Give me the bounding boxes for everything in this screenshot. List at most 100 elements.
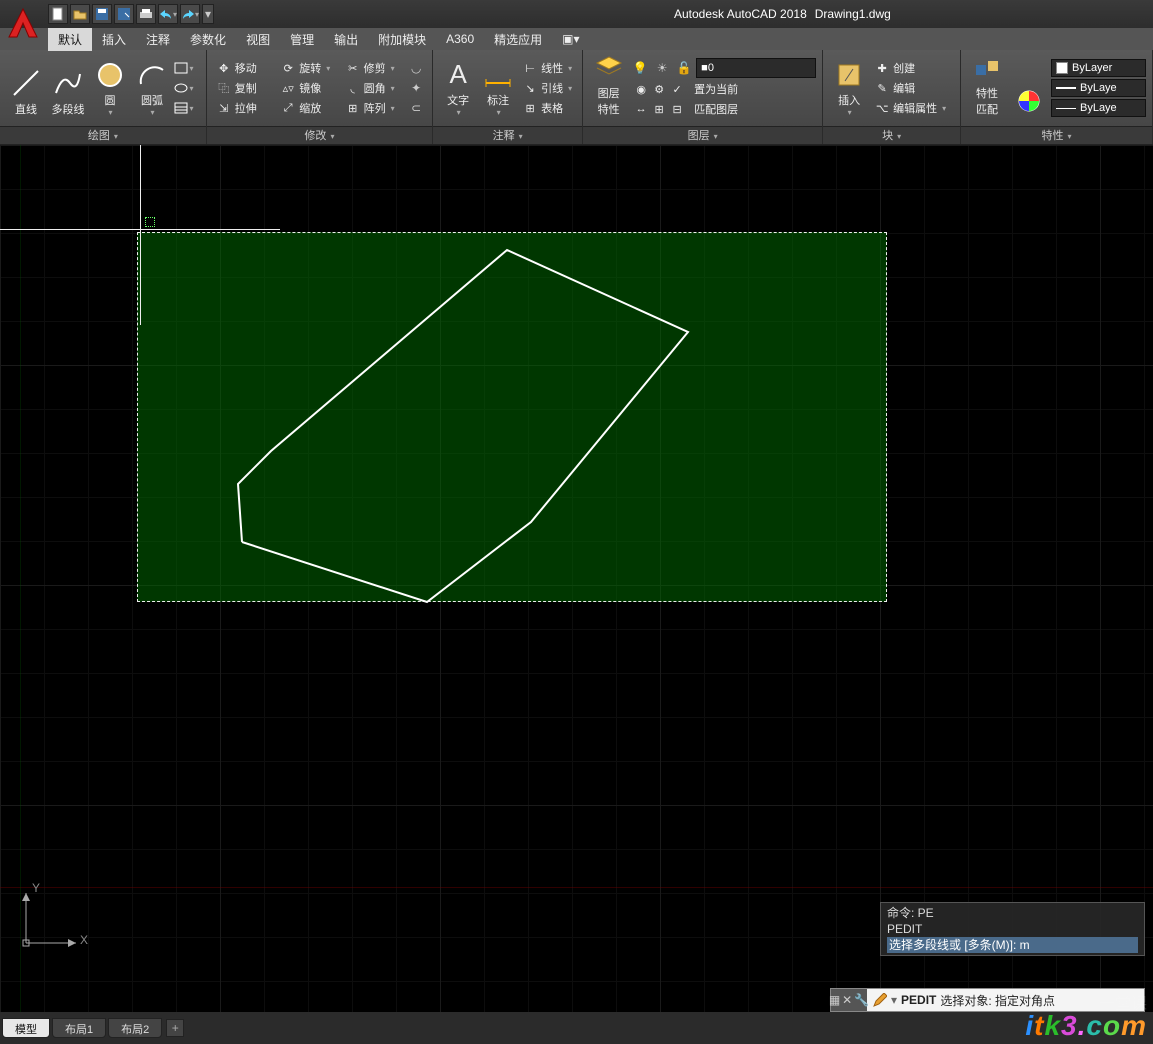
panel-layers-title[interactable]: 图层: [583, 126, 822, 144]
array-icon: ⊞: [346, 101, 360, 115]
circle-icon: [94, 59, 126, 90]
tab-addins[interactable]: 附加模块: [368, 28, 436, 51]
cmd-history-line: 命令: PE: [887, 905, 1138, 921]
qat-customize-icon[interactable]: ▾: [202, 4, 214, 24]
tab-output[interactable]: 输出: [324, 28, 368, 51]
tab-overflow-icon[interactable]: ▣▾: [552, 29, 589, 49]
tab-parametric[interactable]: 参数化: [180, 28, 236, 51]
hatch-icon[interactable]: [174, 99, 194, 117]
leader-button[interactable]: ↘引线: [519, 79, 576, 97]
edit-icon: ✎: [875, 81, 889, 95]
qat-undo-button[interactable]: [158, 4, 178, 24]
add-layout-button[interactable]: +: [166, 1019, 184, 1037]
lock-icon[interactable]: 🔓: [674, 59, 694, 77]
mirror-button[interactable]: ▵▿镜像: [277, 79, 339, 97]
line-button[interactable]: 直线: [6, 59, 46, 117]
qat-saveas-icon[interactable]: [114, 4, 134, 24]
array-button[interactable]: ⊞阵列: [342, 99, 404, 117]
linetype-combo[interactable]: ByLaye: [1051, 99, 1146, 117]
layer-combo[interactable]: ■ 0: [696, 58, 816, 78]
qat-save-icon[interactable]: [92, 4, 112, 24]
table-button[interactable]: ⊞表格: [519, 99, 576, 117]
panel-props-title[interactable]: 特性: [961, 126, 1152, 144]
cmdline-handle-icon[interactable]: ▦✕🔧: [831, 989, 867, 1011]
drawing-area[interactable]: X Y 命令: PE PEDIT 选择多段线或 [多条(M)]: m: [0, 145, 1153, 1012]
rotate-button[interactable]: ⟳旋转: [277, 59, 339, 77]
explode-icon[interactable]: ✦: [406, 79, 426, 97]
ellipse-icon[interactable]: [174, 79, 194, 97]
polyline-button[interactable]: 多段线: [48, 59, 88, 117]
arc-button[interactable]: 圆弧: [132, 59, 172, 117]
tab-manage[interactable]: 管理: [280, 28, 324, 51]
mirror-icon: ▵▿: [281, 81, 295, 95]
offset-icon[interactable]: ⊂: [406, 99, 426, 117]
stretch-icon: ⇲: [217, 101, 231, 115]
status-bar: 模型 布局1 布局2 +: [0, 1012, 1153, 1044]
pickbox-icon: [145, 217, 155, 227]
circle-button[interactable]: 圆: [90, 59, 130, 117]
cmd-history-line: PEDIT: [887, 921, 1138, 937]
panel-block-title[interactable]: 块: [823, 126, 960, 144]
window-title: Autodesk AutoCAD 2018Drawing1.dwg: [670, 7, 895, 21]
move-icon: ✥: [217, 61, 231, 75]
rect-icon[interactable]: [174, 59, 194, 77]
text-button[interactable]: A文字: [439, 59, 477, 117]
selection-window: [137, 232, 887, 602]
layout-tab-model[interactable]: 模型: [2, 1018, 50, 1038]
panel-draw: 直线 多段线 圆 圆弧 绘图: [0, 50, 207, 144]
match-props-button[interactable]: 特性 匹配: [967, 59, 1007, 117]
match-layer-icon: ↔: [634, 102, 648, 116]
copy-button[interactable]: ⿻复制: [213, 79, 275, 97]
qat-new-icon[interactable]: [48, 4, 68, 24]
command-history: 命令: PE PEDIT 选择多段线或 [多条(M)]: m: [880, 902, 1145, 956]
block-attr-button[interactable]: ⌥编辑属性: [871, 99, 950, 117]
insert-icon: [833, 59, 865, 90]
tab-insert[interactable]: 插入: [92, 28, 136, 51]
dim-button[interactable]: 标注: [479, 59, 517, 117]
dim-icon: [482, 59, 514, 90]
panel-block: 插入 ✚创建 ✎编辑 ⌥编辑属性 块: [823, 50, 961, 144]
leader-icon: ↘: [523, 81, 537, 95]
layout-tab-2[interactable]: 布局2: [108, 1018, 162, 1038]
linear-dim-button[interactable]: ⊢线性: [519, 59, 576, 77]
block-create-button[interactable]: ✚创建: [871, 59, 950, 77]
qat-plot-icon[interactable]: [136, 4, 156, 24]
qat-open-icon[interactable]: [70, 4, 90, 24]
block-edit-button[interactable]: ✎编辑: [871, 79, 950, 97]
color-combo[interactable]: ByLayer: [1051, 59, 1146, 77]
panel-draw-title[interactable]: 绘图: [0, 126, 206, 144]
sun-icon[interactable]: ☀: [652, 59, 672, 77]
tab-annotate[interactable]: 注释: [136, 28, 180, 51]
panel-annotate-title[interactable]: 注释: [433, 126, 582, 144]
panel-modify-title[interactable]: 修改: [207, 126, 432, 144]
panel-properties: 特性 匹配 ByLayer ByLaye ByLaye 特性: [961, 50, 1153, 144]
lineweight-icon: [1056, 87, 1076, 89]
tab-featured[interactable]: 精选应用: [484, 28, 552, 51]
bulb-icon[interactable]: 💡: [630, 59, 650, 77]
fillet-button[interactable]: ◟圆角: [342, 79, 404, 97]
match-icon: [971, 55, 1003, 83]
trim-icon: ✂: [346, 61, 360, 75]
tab-default[interactable]: 默认: [48, 28, 92, 51]
make-current-button[interactable]: ◉⚙✓置为当前: [630, 80, 816, 98]
qat-redo-button[interactable]: [180, 4, 200, 24]
tab-a360[interactable]: A360: [436, 29, 484, 49]
insert-block-button[interactable]: 插入: [829, 59, 869, 117]
lineweight-combo[interactable]: ByLaye: [1051, 79, 1146, 97]
erase-icon[interactable]: ◡: [406, 59, 426, 77]
cmd-history-line: 选择多段线或 [多条(M)]: m: [887, 937, 1138, 953]
tab-view[interactable]: 视图: [236, 28, 280, 51]
color-wheel-icon[interactable]: [1009, 59, 1049, 117]
move-button[interactable]: ✥移动: [213, 59, 275, 77]
match-layer-button[interactable]: ↔⊞⊟匹配图层: [630, 100, 816, 118]
line-icon: [10, 67, 42, 99]
scale-button[interactable]: ⤢缩放: [277, 99, 339, 117]
app-menu-button[interactable]: [2, 2, 44, 44]
layout-tab-1[interactable]: 布局1: [52, 1018, 106, 1038]
command-line[interactable]: ▦✕🔧 ▾ PEDIT 选择对象: 指定对角点: [830, 988, 1145, 1012]
layer-props-button[interactable]: 图层 特性: [589, 59, 628, 117]
ribbon-tab-row: 默认 插入 注释 参数化 视图 管理 输出 附加模块 A360 精选应用 ▣▾: [0, 28, 1153, 50]
polyline-icon: [52, 67, 84, 99]
trim-button[interactable]: ✂修剪: [342, 59, 404, 77]
stretch-button[interactable]: ⇲拉伸: [213, 99, 275, 117]
